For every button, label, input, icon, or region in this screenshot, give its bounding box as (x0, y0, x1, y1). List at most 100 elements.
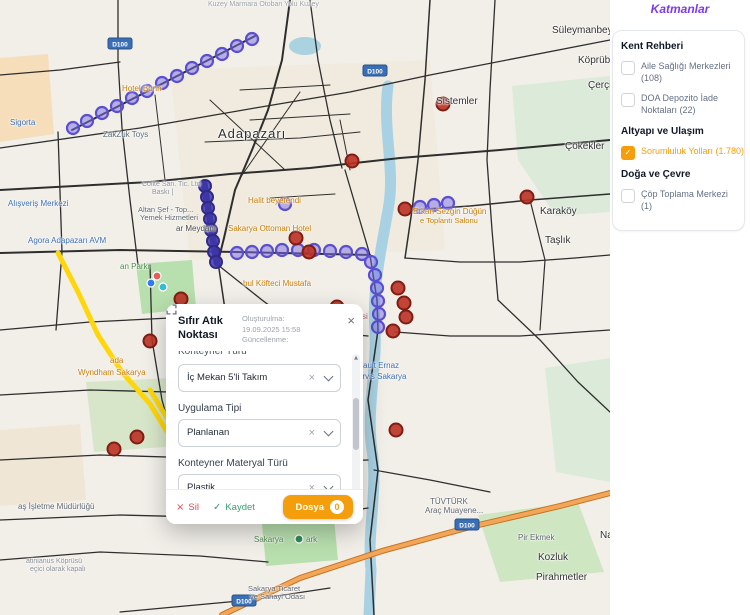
road-shield: D100 (108, 38, 132, 49)
point-marker[interactable] (400, 311, 413, 324)
selected-route-marker[interactable] (210, 256, 222, 268)
route-point-marker[interactable] (171, 70, 183, 82)
poi-marker[interactable] (159, 283, 167, 291)
form-scrollbar[interactable]: ▲ ▼ (352, 354, 360, 500)
route-point-marker[interactable] (324, 245, 336, 257)
route-point-marker[interactable] (126, 92, 138, 104)
route-point-marker[interactable] (96, 107, 108, 119)
selected-route-marker[interactable] (202, 202, 214, 214)
close-icon[interactable]: × (347, 316, 355, 326)
route-point-marker[interactable] (231, 247, 243, 259)
checkbox-checked[interactable]: ✓ (621, 146, 635, 160)
select-konteyner-turu[interactable]: İç Mekan 5'li Takım × (178, 364, 341, 392)
checkbox[interactable] (621, 93, 635, 107)
chevron-down-icon[interactable] (324, 371, 334, 381)
created-label: Oluşturulma: (242, 314, 329, 325)
save-button[interactable]: ✓ Kaydet (213, 502, 255, 513)
checkbox[interactable] (621, 61, 635, 75)
feature-popup: Sıfır Atık Noktası Oluşturulma: 19.09.20… (166, 304, 363, 524)
scroll-up-icon[interactable]: ▲ (352, 355, 360, 361)
point-marker[interactable] (303, 246, 316, 259)
point-marker[interactable] (387, 325, 400, 338)
section-header: Kent Rehberi (621, 41, 736, 52)
point-marker[interactable] (108, 443, 121, 456)
app-window: D100D100D100D100 Kuzey Marmara Otoban Yo… (0, 0, 750, 615)
route-point-marker[interactable] (141, 85, 153, 97)
field-label: Konteyner Materyal Türü (178, 458, 341, 469)
poi-marker[interactable] (147, 279, 155, 287)
checkbox[interactable] (621, 189, 635, 203)
popup-meta: Oluşturulma: 19.09.2025 15:58 Güncellenm… (242, 314, 329, 346)
point-marker[interactable] (398, 297, 411, 310)
selected-route-marker[interactable] (205, 224, 217, 236)
route-point-marker[interactable] (231, 40, 243, 52)
route-point-marker[interactable] (186, 62, 198, 74)
layer-row-sorumluluk-yollari[interactable]: ✓ Sorumluluk Yolları (1.780) (621, 145, 736, 160)
file-button[interactable]: Dosya 0 (283, 495, 353, 519)
route-point-marker[interactable] (81, 115, 93, 127)
poi-marker[interactable] (153, 272, 161, 280)
popup-form: Konteyner Türü İç Mekan 5'li Takım × Uyg… (166, 348, 363, 504)
route-point-marker[interactable] (365, 256, 377, 268)
svg-text:D100: D100 (459, 523, 475, 530)
route-point-marker[interactable] (276, 244, 288, 256)
point-marker[interactable] (131, 431, 144, 444)
poi-marker[interactable] (295, 535, 303, 543)
route-point-marker[interactable] (428, 199, 440, 211)
route-point-marker[interactable] (246, 33, 258, 45)
point-marker[interactable] (392, 282, 405, 295)
point-marker[interactable] (346, 155, 359, 168)
x-icon: × (176, 502, 184, 513)
route-point-marker[interactable] (279, 198, 291, 210)
layer-row-aile-sagligi[interactable]: Aile Sağlığı Merkezleri (108) (621, 60, 736, 84)
svg-text:D100: D100 (112, 42, 128, 49)
map-canvas[interactable]: D100D100D100D100 Kuzey Marmara Otoban Yo… (0, 0, 610, 615)
route-point-marker[interactable] (67, 122, 79, 134)
delete-button[interactable]: × Sil (176, 502, 199, 513)
route-point-marker[interactable] (369, 269, 381, 281)
route-point-marker[interactable] (372, 295, 384, 307)
field-label: Uygulama Tipi (178, 403, 341, 414)
route-point-marker[interactable] (261, 245, 273, 257)
point-marker[interactable] (144, 335, 157, 348)
expand-icon[interactable] (329, 315, 340, 326)
field-label-clipped: Konteyner Türü (178, 351, 341, 359)
svg-text:D100: D100 (367, 69, 383, 76)
check-icon: ✓ (625, 149, 632, 157)
layer-row-cop-toplama[interactable]: Çöp Toplama Merkezi (1) (621, 188, 736, 212)
layers-panel: Katmanlar Kent Rehberi Aile Sağlığı Merk… (610, 0, 750, 615)
popup-header: Sıfır Atık Noktası Oluşturulma: 19.09.20… (166, 304, 363, 348)
clear-icon[interactable]: × (309, 372, 315, 384)
road-shield: D100 (363, 65, 387, 76)
route-point-marker[interactable] (201, 55, 213, 67)
panel-title: Katmanlar (610, 2, 750, 16)
route-point-marker[interactable] (371, 282, 383, 294)
road-shield: D100 (455, 519, 479, 530)
popup-title: Sıfır Atık Noktası (178, 314, 236, 343)
route-point-marker[interactable] (111, 100, 123, 112)
clear-icon[interactable]: × (309, 427, 315, 439)
updated-label: Güncellenme: (242, 335, 329, 346)
point-marker[interactable] (390, 424, 403, 437)
select-uygulama-tipi[interactable]: Planlanan × (178, 419, 341, 447)
route-point-marker[interactable] (246, 246, 258, 258)
point-marker[interactable] (437, 98, 450, 111)
popup-footer: × Sil ✓ Kaydet Dosya 0 (166, 489, 363, 524)
chevron-down-icon[interactable] (324, 426, 334, 436)
layer-row-doa-depozito[interactable]: DOA Depozito İade Noktaları (22) (621, 92, 736, 116)
file-count-badge: 0 (330, 500, 344, 514)
route-point-marker[interactable] (373, 308, 385, 320)
route-point-marker[interactable] (414, 201, 426, 213)
route-point-marker[interactable] (372, 321, 384, 333)
svg-text:D100: D100 (236, 599, 252, 606)
route-point-marker[interactable] (442, 197, 454, 209)
point-marker[interactable] (521, 191, 534, 204)
route-point-marker[interactable] (216, 48, 228, 60)
route-point-marker[interactable] (156, 77, 168, 89)
road-shield: D100 (232, 595, 256, 606)
route-point-marker[interactable] (340, 246, 352, 258)
selected-route-marker[interactable] (199, 180, 211, 192)
point-marker[interactable] (290, 232, 303, 245)
scrollbar-thumb[interactable] (353, 398, 359, 450)
point-marker[interactable] (399, 203, 412, 216)
